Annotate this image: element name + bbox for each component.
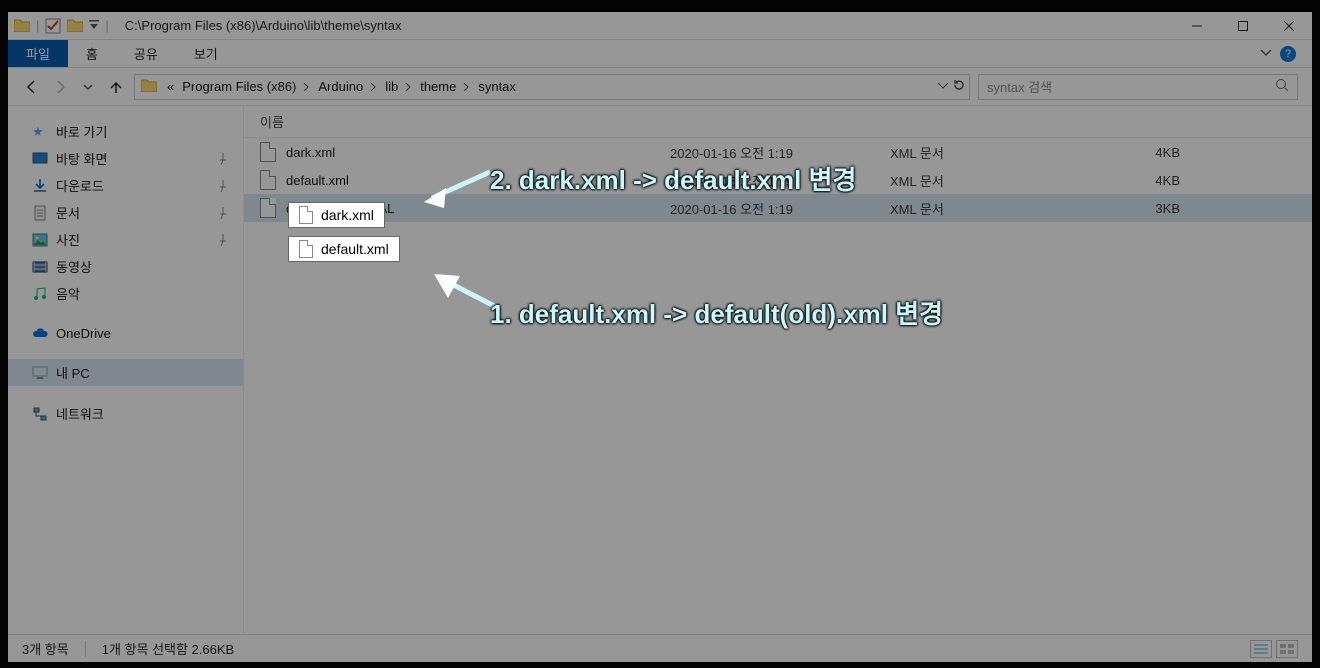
- status-selection: 1개 항목 선택함 2.66KB: [102, 639, 234, 658]
- sidebar-desktop[interactable]: 바탕 화면: [8, 145, 243, 172]
- annotation-1: 1. default.xml -> default(old).xml 변경: [490, 294, 943, 331]
- pin-icon: [217, 180, 229, 192]
- search-placeholder: syntax 검색: [987, 77, 1052, 96]
- documents-icon: [32, 205, 48, 221]
- pictures-icon: [32, 232, 48, 248]
- sidebar-onedrive[interactable]: OneDrive: [8, 321, 243, 345]
- breadcrumb-item[interactable]: lib: [381, 79, 416, 94]
- tab-view[interactable]: 보기: [176, 40, 236, 67]
- view-thumbnails-icon[interactable]: [1276, 640, 1298, 658]
- folder-icon: [135, 78, 163, 95]
- file-icon: [299, 240, 313, 258]
- sidebar-thispc[interactable]: 내 PC: [8, 359, 243, 386]
- popped-file-dark: dark.xml: [288, 202, 385, 228]
- music-icon: [32, 286, 48, 302]
- cloud-icon: [32, 325, 48, 341]
- sidebar-pictures[interactable]: 사진: [8, 226, 243, 253]
- popped-file-default: default.xml: [288, 236, 400, 262]
- col-date[interactable]: [670, 112, 890, 131]
- annotation-2: 2. dark.xml -> default.xml 변경: [490, 160, 856, 197]
- view-details-icon[interactable]: [1250, 640, 1272, 658]
- pin-icon: [217, 207, 229, 219]
- chevron-down-icon[interactable]: [1260, 46, 1272, 61]
- sidebar-music[interactable]: 음악: [8, 280, 243, 307]
- pin-icon: [217, 153, 229, 165]
- folder-icon: [14, 18, 30, 34]
- sidebar-network[interactable]: 네트워크: [8, 400, 243, 427]
- back-button[interactable]: [22, 77, 42, 97]
- title-path: C:\Program Files (x86)\Arduino\lib\theme…: [125, 18, 402, 33]
- separator: [85, 641, 86, 657]
- close-button[interactable]: [1266, 12, 1312, 40]
- tab-home[interactable]: 홈: [68, 40, 116, 67]
- search-input[interactable]: syntax 검색: [978, 74, 1298, 100]
- desktop-icon: [32, 151, 48, 167]
- arrow-icon: [412, 158, 492, 218]
- forward-button[interactable]: [50, 77, 70, 97]
- checkbox-icon[interactable]: [45, 18, 61, 34]
- breadcrumb-item[interactable]: theme: [416, 79, 474, 94]
- sidebar-downloads[interactable]: 다운로드: [8, 172, 243, 199]
- separator: |: [36, 18, 39, 33]
- search-icon: [1275, 78, 1289, 95]
- breadcrumb-item[interactable]: Program Files (x86): [178, 79, 314, 94]
- videos-icon: [32, 259, 48, 275]
- sidebar: ★ 바로 가기 바탕 화면 다운로드 문서: [8, 106, 244, 634]
- address-bar[interactable]: « Program Files (x86) Arduino lib theme …: [134, 74, 970, 100]
- col-type[interactable]: [890, 112, 1130, 131]
- thispc-icon: [32, 365, 48, 381]
- file-row[interactable]: default_ORIGINAL 2020-01-16 오전 1:19 XML …: [244, 194, 1312, 222]
- address-dropdown-icon[interactable]: [937, 79, 949, 94]
- tab-share[interactable]: 공유: [116, 40, 176, 67]
- sidebar-quick-access[interactable]: ★ 바로 가기: [8, 118, 243, 145]
- breadcrumb-item[interactable]: Arduino: [314, 79, 381, 94]
- status-bar: 3개 항목 1개 항목 선택함 2.66KB: [8, 634, 1312, 662]
- arrow-icon: [420, 260, 500, 320]
- folder-icon: [67, 18, 83, 34]
- titlebar: | | C:\Program Files (x86)\Arduino\lib\t…: [8, 12, 1312, 40]
- download-icon: [32, 178, 48, 194]
- tab-file[interactable]: 파일: [8, 40, 68, 67]
- breadcrumb-item[interactable]: syntax: [474, 79, 520, 94]
- network-icon: [32, 406, 48, 422]
- file-icon: [260, 198, 276, 218]
- star-icon: ★: [32, 124, 48, 140]
- breadcrumb-lead[interactable]: «: [163, 79, 178, 94]
- ribbon: 파일 홈 공유 보기 ?: [8, 40, 1312, 68]
- separator: |: [105, 18, 108, 33]
- up-button[interactable]: [106, 77, 126, 97]
- explorer-window: | | C:\Program Files (x86)\Arduino\lib\t…: [8, 12, 1312, 662]
- col-name[interactable]: 이름: [260, 112, 670, 131]
- file-icon: [260, 142, 276, 162]
- help-icon[interactable]: ?: [1280, 46, 1296, 62]
- minimize-button[interactable]: [1174, 12, 1220, 40]
- navbar: « Program Files (x86) Arduino lib theme …: [8, 68, 1312, 106]
- maximize-button[interactable]: [1220, 12, 1266, 40]
- recent-locations-button[interactable]: [78, 77, 98, 97]
- file-icon: [299, 206, 313, 224]
- pin-icon: [217, 234, 229, 246]
- refresh-icon[interactable]: [953, 79, 965, 94]
- sidebar-videos[interactable]: 동영상: [8, 253, 243, 280]
- column-headers[interactable]: 이름: [244, 106, 1312, 138]
- status-count: 3개 항목: [22, 639, 69, 658]
- sidebar-documents[interactable]: 문서: [8, 199, 243, 226]
- file-icon: [260, 170, 276, 190]
- col-size[interactable]: [1130, 112, 1220, 131]
- qat-dropdown-icon[interactable]: [89, 18, 99, 33]
